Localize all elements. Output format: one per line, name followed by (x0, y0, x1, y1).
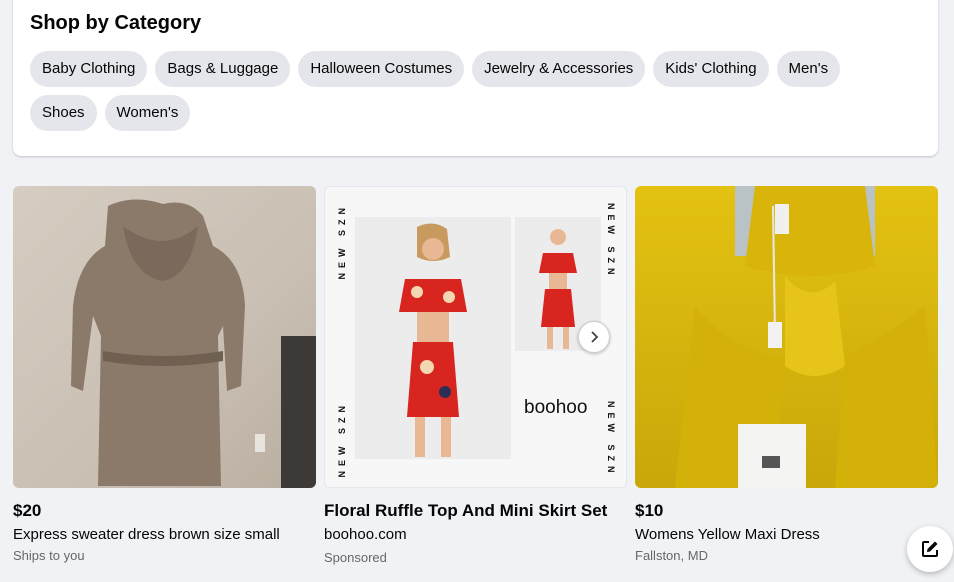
carousel-next-button[interactable] (578, 321, 610, 353)
yellow-dress-photo (635, 186, 938, 488)
ad-side-text: NEW SZN (606, 401, 616, 478)
listing-photo[interactable] (13, 186, 316, 488)
shop-by-category-card: Shop by Category Baby Clothing Bags & Lu… (13, 0, 938, 156)
category-chip-womens[interactable]: Women's (104, 95, 191, 131)
chevron-right-icon (591, 331, 599, 343)
listing-photo[interactable] (635, 186, 938, 488)
category-chip-shoes[interactable]: Shoes (30, 95, 97, 131)
category-chip-baby-clothing[interactable]: Baby Clothing (30, 51, 148, 87)
category-chip-kids-clothing[interactable]: Kids' Clothing (653, 51, 769, 87)
category-section-title: Shop by Category (30, 12, 202, 34)
listing-card[interactable]: $20 Express sweater dress brown size sma… (13, 186, 316, 563)
listing-price: $20 (13, 501, 42, 520)
compose-icon (922, 541, 938, 557)
category-chip-mens[interactable]: Men's (776, 51, 841, 87)
ad-advertiser: boohoo.com (324, 526, 407, 543)
category-chip-bags-luggage[interactable]: Bags & Luggage (155, 51, 291, 87)
listing-title: Womens Yellow Maxi Dress (635, 526, 820, 543)
ad-carousel-image[interactable]: NEW SZN NEW SZN NEW SZN NEW SZN boohoo (324, 186, 627, 488)
category-chip-halloween-costumes[interactable]: Halloween Costumes (298, 51, 465, 87)
ad-side-text: NEW SZN (337, 401, 347, 478)
listing-title: Express sweater dress brown size small (13, 526, 280, 543)
listing-location: Ships to you (13, 548, 85, 563)
listing-location: Fallston, MD (635, 548, 708, 563)
ad-side-text: NEW SZN (606, 203, 616, 280)
listing-price: $10 (635, 501, 664, 520)
sponsored-listing-card[interactable]: NEW SZN NEW SZN NEW SZN NEW SZN boohoo F… (324, 186, 627, 565)
listing-card[interactable]: $10 Womens Yellow Maxi Dress Fallston, M… (635, 186, 938, 563)
compose-button[interactable] (907, 526, 953, 572)
model-main-photo (355, 217, 511, 459)
category-chip-list: Baby Clothing Bags & Luggage Halloween C… (30, 51, 910, 131)
category-chip-jewelry-accessories[interactable]: Jewelry & Accessories (472, 51, 646, 87)
ad-brand-logo: boohoo (524, 397, 588, 418)
sweater-dress-photo (13, 186, 316, 488)
sponsored-label: Sponsored (324, 550, 387, 565)
ad-title: Floral Ruffle Top And Mini Skirt Set (324, 501, 608, 520)
ad-side-text: NEW SZN (337, 203, 347, 280)
